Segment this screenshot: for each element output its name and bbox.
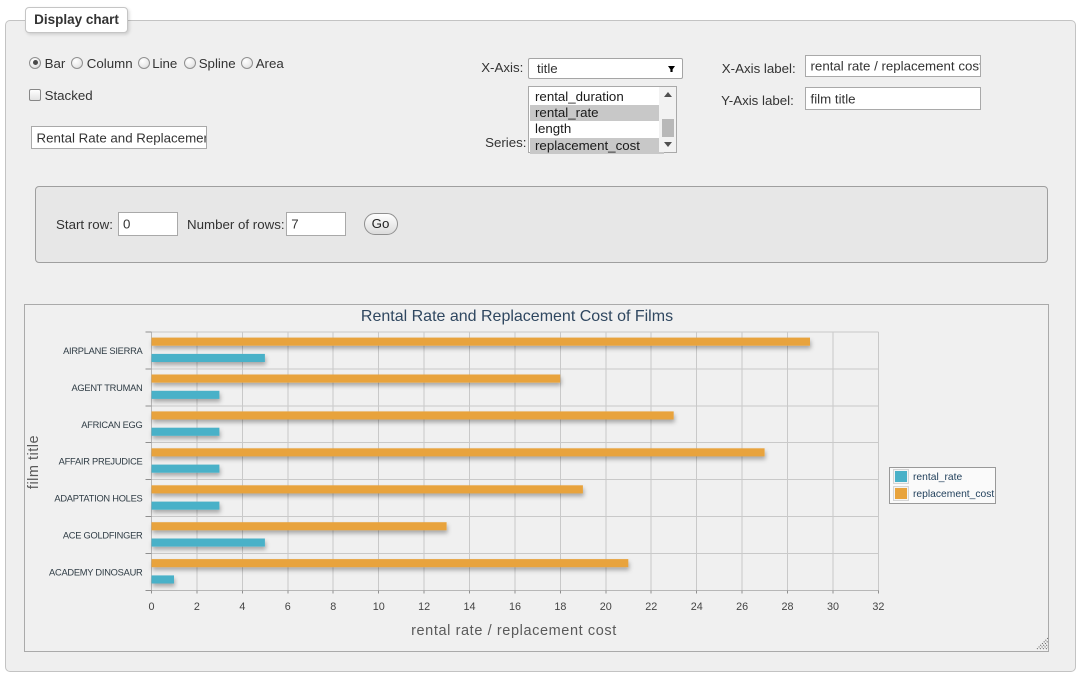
svg-text:6: 6 <box>285 601 291 613</box>
svg-text:4: 4 <box>239 601 245 613</box>
svg-text:22: 22 <box>645 601 657 613</box>
svg-text:20: 20 <box>600 601 612 613</box>
svg-text:0: 0 <box>148 601 154 613</box>
svg-text:12: 12 <box>418 601 430 613</box>
svg-text:18: 18 <box>554 601 566 613</box>
svg-text:AGENT TRUMAN: AGENT TRUMAN <box>71 383 142 393</box>
svg-text:28: 28 <box>781 601 793 613</box>
svg-text:30: 30 <box>827 601 839 613</box>
svg-text:24: 24 <box>691 601 703 613</box>
svg-text:AIRPLANE SIERRA: AIRPLANE SIERRA <box>63 346 143 356</box>
svg-text:ACADEMY DINOSAUR: ACADEMY DINOSAUR <box>49 567 143 577</box>
svg-text:8: 8 <box>330 601 336 613</box>
svg-text:16: 16 <box>509 601 521 613</box>
svg-text:26: 26 <box>736 601 748 613</box>
svg-text:AFFAIR PREJUDICE: AFFAIR PREJUDICE <box>59 457 143 467</box>
svg-text:32: 32 <box>872 601 884 613</box>
svg-text:rental rate / replacement cost: rental rate / replacement cost <box>411 623 617 639</box>
svg-text:replacement_cost: replacement_cost <box>913 489 994 500</box>
svg-text:Rental Rate and Replacement Co: Rental Rate and Replacement Cost of Film… <box>361 308 673 325</box>
svg-text:AFRICAN EGG: AFRICAN EGG <box>81 420 142 430</box>
svg-text:14: 14 <box>463 601 475 613</box>
svg-text:film title: film title <box>26 435 42 489</box>
svg-text:rental_rate: rental_rate <box>913 472 963 483</box>
svg-text:10: 10 <box>373 601 385 613</box>
svg-text:2: 2 <box>194 601 200 613</box>
svg-text:ADAPTATION HOLES: ADAPTATION HOLES <box>54 494 142 504</box>
svg-text:ACE GOLDFINGER: ACE GOLDFINGER <box>63 531 143 541</box>
